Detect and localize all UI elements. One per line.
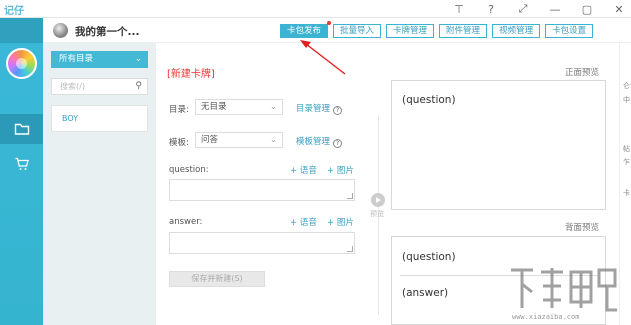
- rail-top-band: [0, 18, 43, 43]
- pin-icon[interactable]: ⊤: [453, 3, 465, 16]
- template-manage-label: 模板管理: [296, 137, 331, 147]
- help-circle-icon[interactable]: ?: [333, 106, 343, 115]
- batch-import-button[interactable]: 批量导入: [333, 24, 382, 38]
- chevron-down-icon: ⌄: [269, 102, 277, 112]
- watermark-text: www.xiazaiba.com: [512, 313, 580, 321]
- answer-label: answer:: [169, 217, 203, 227]
- cart-icon: [15, 157, 29, 170]
- answer-add-image-link[interactable]: + 图片: [327, 216, 354, 228]
- front-preview-text: (question): [402, 94, 456, 106]
- folder-icon: [14, 123, 29, 135]
- chevron-down-icon: ⌄: [269, 135, 277, 145]
- back-preview-question: (question): [402, 251, 456, 263]
- publish-deck-label: 卡包发布: [287, 26, 322, 36]
- search-placeholder: 搜索(/): [60, 82, 85, 91]
- question-label: question:: [169, 165, 209, 175]
- gutter-text: 中: [623, 96, 630, 104]
- help-icon[interactable]: ?: [485, 3, 497, 16]
- maximize-icon[interactable]: ▢: [581, 3, 593, 16]
- answer-add-voice-link[interactable]: + 语音: [290, 216, 317, 228]
- adjacent-window-edge: 仑 中 帖 乍 卡: [619, 43, 631, 325]
- directory-label: 目录:: [169, 105, 189, 115]
- card-manage-button[interactable]: 卡牌管理: [386, 24, 435, 38]
- back-preview-answer: (answer): [402, 287, 449, 299]
- user-avatar[interactable]: [53, 23, 68, 38]
- gutter-text: 卡: [623, 189, 630, 197]
- template-dropdown-value: 问答: [201, 135, 219, 145]
- search-icon[interactable]: ⚲: [135, 79, 142, 94]
- directory-dropdown-value: 无目录: [201, 102, 227, 112]
- expand-icon[interactable]: ⤢: [517, 2, 529, 16]
- folder-nav-button[interactable]: [0, 114, 43, 144]
- play-icon[interactable]: [371, 193, 385, 207]
- deck-settings-button[interactable]: 卡包设置: [545, 24, 594, 38]
- template-manage-link[interactable]: 模板管理?: [296, 135, 343, 148]
- gutter-text: 帖: [623, 145, 630, 153]
- deck-name[interactable]: 我的第一个...: [75, 24, 139, 39]
- gutter-text: 乍: [623, 158, 630, 166]
- save-and-new-button[interactable]: 保存并新建(S): [169, 271, 265, 287]
- template-label: 模板:: [169, 138, 189, 148]
- directory-panel: 所有目录 ⌄ 搜索(/) ⚲ BOY: [43, 43, 156, 325]
- title-bar: 记仔 ⊤ ? ⤢ — ▢ ✕: [0, 0, 631, 18]
- directory-select[interactable]: 所有目录 ⌄: [51, 51, 148, 68]
- window-controls: ⊤ ? ⤢ — ▢ ✕: [453, 1, 625, 17]
- front-preview: (question): [391, 80, 606, 210]
- answer-input[interactable]: [169, 232, 355, 254]
- back-preview-label: 背面预览: [565, 223, 600, 233]
- close-icon[interactable]: ✕: [613, 3, 625, 16]
- question-input[interactable]: [169, 179, 355, 201]
- gutter-text: 仑: [623, 82, 630, 90]
- directory-dropdown[interactable]: 无目录 ⌄: [195, 99, 283, 115]
- publish-deck-button[interactable]: 卡包发布: [280, 21, 332, 38]
- video-manage-button[interactable]: 视频管理: [492, 24, 541, 38]
- minimize-icon[interactable]: —: [549, 3, 561, 16]
- app-logo: 记仔: [4, 6, 24, 17]
- directory-manage-label: 目录管理: [296, 104, 331, 114]
- rail-avatar[interactable]: [6, 48, 37, 79]
- notification-dot: [327, 21, 332, 25]
- chevron-down-icon: ⌄: [134, 54, 142, 64]
- question-add-image-link[interactable]: + 图片: [327, 164, 354, 176]
- directory-select-label: 所有目录: [59, 54, 94, 64]
- directory-manage-link[interactable]: 目录管理?: [296, 102, 343, 115]
- attachment-manage-button[interactable]: 附件管理: [439, 24, 488, 38]
- form-title: [新建卡牌]: [167, 69, 215, 80]
- header-bar: 我的第一个... 卡包发布 批量导入 卡牌管理 附件管理 视频管理 卡包设置: [43, 18, 631, 43]
- cart-nav-button[interactable]: [0, 149, 43, 179]
- watermark-logo: [511, 268, 617, 312]
- directory-search-input[interactable]: 搜索(/) ⚲: [51, 78, 148, 95]
- top-toolbar: 卡包发布 批量导入 卡牌管理 附件管理 视频管理 卡包设置: [280, 21, 594, 38]
- preview-toggle-label: 预览: [370, 210, 384, 218]
- front-preview-label: 正面预览: [565, 68, 600, 78]
- template-dropdown[interactable]: 问答 ⌄: [195, 132, 283, 148]
- question-add-voice-link[interactable]: + 语音: [290, 164, 317, 176]
- left-rail: [0, 18, 43, 325]
- help-circle-icon[interactable]: ?: [333, 139, 343, 148]
- directory-item[interactable]: BOY: [51, 105, 148, 132]
